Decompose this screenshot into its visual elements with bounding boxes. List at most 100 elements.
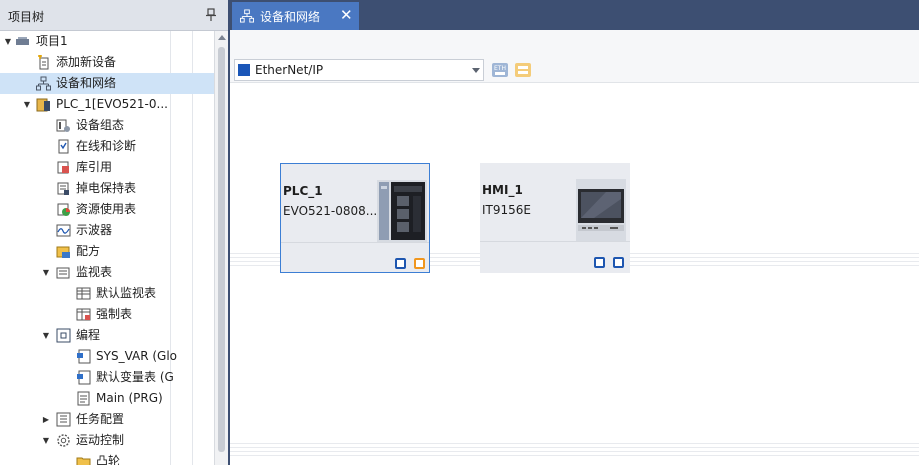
device-card-plc1[interactable]: PLC_1 EVO521-0808... (280, 163, 430, 273)
global-var-icon (77, 349, 91, 364)
tree-item-main-prg[interactable]: Main (PRG) (0, 388, 214, 409)
editor-tab-bar: 设备和网络 ✕ (230, 0, 919, 30)
tree-item-label: 在线和诊断 (76, 139, 137, 153)
tree-item-programming[interactable]: ▼ 编程 (0, 325, 214, 346)
tree-item-label: 掉电保持表 (76, 181, 137, 195)
tree-item-label: 添加新设备 (56, 55, 117, 69)
network-toolbar: EtherNet/IP ETH (230, 30, 919, 83)
tree-item-recipe[interactable]: 配方 (0, 241, 214, 262)
tree-item-label: 运动控制 (76, 433, 125, 447)
add-device-icon (38, 55, 49, 70)
motion-control-icon (57, 434, 70, 447)
bus-line (230, 455, 919, 456)
plc-device-image (377, 180, 427, 242)
tree-item-label: 强制表 (96, 307, 133, 321)
diagnostics-icon (58, 139, 69, 154)
network-canvas[interactable]: PLC_1 EVO521-0808... HMI_1 IT9156E (230, 83, 919, 465)
tree-item-add-device[interactable]: 添加新设备 (0, 52, 214, 73)
tree-item-retain-table[interactable]: 掉电保持表 (0, 178, 214, 199)
bus-line (230, 451, 919, 452)
task-config-icon (56, 412, 71, 427)
device-port-icon[interactable] (613, 257, 624, 268)
ethernet-config-icon[interactable]: ETH (491, 62, 509, 78)
tree-item-online-diagnostics[interactable]: 在线和诊断 (0, 136, 214, 157)
cam-folder-icon (76, 457, 91, 465)
device-model: EVO521-0808... (283, 204, 378, 218)
chevron-down-icon[interactable] (472, 68, 480, 73)
tree-item-devices-networks[interactable]: 设备和网络 (0, 73, 214, 94)
device-name: HMI_1 (482, 183, 523, 197)
tree-item-default-var-table[interactable]: 默认变量表 (G (0, 367, 214, 388)
bus-line (230, 443, 919, 444)
device-model: IT9156E (482, 203, 531, 217)
oscilloscope-icon (56, 224, 71, 237)
tree-item-sys-var[interactable]: SYS_VAR (Glo (0, 346, 214, 367)
expand-caret-icon[interactable]: ▼ (41, 262, 51, 283)
tree-item-label: PLC_1[EVO521-0... (56, 97, 168, 111)
library-icon (57, 161, 69, 174)
tree-scrollbar[interactable] (214, 31, 228, 465)
expand-caret-icon[interactable]: ▶ (41, 409, 51, 430)
project-tree-panel: 项目树 ▼ 项目1 添加新设备 设备和网络 ▼ PLC_1[EVO521-0..… (0, 0, 228, 465)
network-icon (240, 9, 254, 23)
network-icon (36, 76, 51, 91)
tree-item-plc1[interactable]: ▼ PLC_1[EVO521-0... (0, 94, 214, 115)
expand-caret-icon[interactable]: ▼ (3, 31, 13, 52)
device-card-hmi1[interactable]: HMI_1 IT9156E (480, 163, 630, 273)
scrollbar-thumb[interactable] (218, 47, 225, 452)
resource-usage-icon (57, 203, 70, 216)
hmi-device-image (576, 179, 626, 241)
scroll-up-arrow-icon[interactable] (218, 35, 226, 40)
tree-item-label: 监视表 (76, 265, 113, 279)
expand-caret-icon[interactable]: ▼ (41, 325, 51, 346)
tree-item-oscilloscope[interactable]: 示波器 (0, 220, 214, 241)
project-tree-header: 项目树 (0, 0, 228, 31)
expand-caret-icon[interactable]: ▼ (41, 430, 51, 451)
tree-item-label: 项目1 (36, 34, 68, 48)
project-icon (16, 37, 29, 45)
tree-item-motion-control[interactable]: ▼ 运动控制 (0, 430, 214, 451)
watch-table-icon (76, 287, 91, 300)
tree-item-default-watch-table[interactable]: 默认监视表 (0, 283, 214, 304)
tree-item-library-ref[interactable]: 库引用 (0, 157, 214, 178)
device-port-icon[interactable] (395, 258, 406, 269)
bus-line (230, 447, 919, 448)
plc-icon (36, 98, 50, 112)
pin-icon[interactable] (206, 8, 216, 22)
project-tree-title: 项目树 (8, 10, 45, 24)
tree-item-label: 默认变量表 (G (96, 370, 174, 384)
protocol-select[interactable]: EtherNet/IP (234, 59, 484, 81)
device-port-icon[interactable] (594, 257, 605, 268)
project-tree: ▼ 项目1 添加新设备 设备和网络 ▼ PLC_1[EVO521-0... 设备… (0, 31, 214, 465)
tree-item-label: 编程 (76, 328, 101, 342)
svg-text:ETH: ETH (494, 65, 506, 72)
device-name: PLC_1 (283, 184, 323, 198)
tree-item-device-config[interactable]: 设备组态 (0, 115, 214, 136)
tree-item-project1[interactable]: ▼ 项目1 (0, 31, 214, 52)
tree-item-label: 配方 (76, 244, 101, 258)
tab-label: 设备和网络 (260, 10, 321, 24)
program-icon (77, 391, 90, 406)
device-port-icon[interactable] (414, 258, 425, 269)
tree-item-label: 凸轮 (96, 454, 121, 465)
recipe-icon (56, 246, 70, 258)
device-config-icon (56, 119, 70, 132)
tree-item-label: Main (PRG) (96, 391, 163, 405)
device-divider (480, 241, 630, 242)
tree-item-force-table[interactable]: 强制表 (0, 304, 214, 325)
tree-item-label: 示波器 (76, 223, 113, 237)
tree-item-label: 任务配置 (76, 412, 125, 426)
device-divider (281, 242, 429, 243)
tree-item-task-config[interactable]: ▶ 任务配置 (0, 409, 214, 430)
tree-item-watch-tables[interactable]: ▼ 监视表 (0, 262, 214, 283)
tab-devices-networks[interactable]: 设备和网络 ✕ (232, 2, 359, 30)
close-icon[interactable]: ✕ (340, 7, 353, 23)
retain-table-icon (57, 182, 69, 195)
expand-caret-icon[interactable]: ▼ (22, 94, 32, 115)
network-editor: EtherNet/IP ETH PLC_1 EVO521-0808... HMI… (230, 30, 919, 465)
tree-item-label: SYS_VAR (Glo (96, 349, 178, 363)
tree-item-label: 设备组态 (76, 118, 125, 132)
network-settings-icon[interactable] (514, 62, 532, 78)
tree-item-resource-usage[interactable]: 资源使用表 (0, 199, 214, 220)
tree-item-cam[interactable]: 凸轮 (0, 451, 214, 465)
